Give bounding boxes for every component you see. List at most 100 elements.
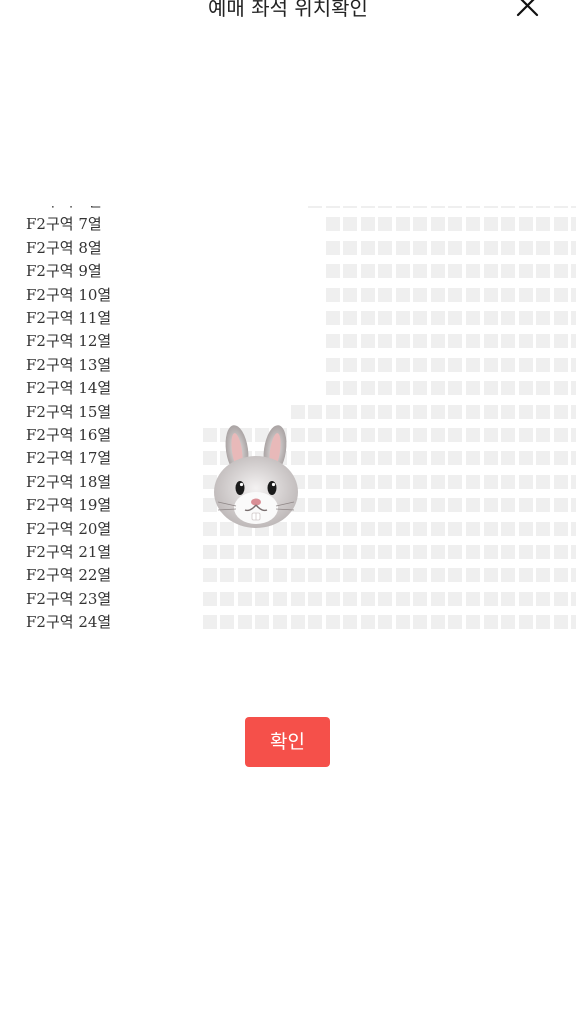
seat[interactable] xyxy=(553,474,568,489)
seat[interactable] xyxy=(395,474,410,489)
seat[interactable] xyxy=(290,591,305,606)
seat[interactable] xyxy=(395,206,410,208)
seat[interactable] xyxy=(518,521,533,536)
seat[interactable] xyxy=(430,498,445,513)
seat[interactable] xyxy=(553,568,568,583)
seat[interactable] xyxy=(571,428,576,442)
seat[interactable] xyxy=(220,545,235,559)
seat[interactable] xyxy=(237,615,252,630)
seat[interactable] xyxy=(483,311,498,325)
seat[interactable] xyxy=(448,311,463,325)
seat[interactable] xyxy=(413,545,428,559)
seat[interactable] xyxy=(413,206,428,208)
seat[interactable] xyxy=(360,451,375,466)
seat[interactable] xyxy=(466,264,480,279)
seat[interactable] xyxy=(272,615,287,630)
seat[interactable] xyxy=(395,264,410,279)
seat[interactable] xyxy=(378,568,393,583)
seat[interactable] xyxy=(343,428,358,442)
seat[interactable] xyxy=(571,498,576,513)
seat[interactable] xyxy=(466,287,480,302)
seat[interactable] xyxy=(430,591,445,606)
seat[interactable] xyxy=(536,568,551,583)
seat[interactable] xyxy=(536,334,551,349)
seat[interactable] xyxy=(518,568,533,583)
seat[interactable] xyxy=(518,404,533,419)
seat[interactable] xyxy=(378,287,393,302)
seat[interactable] xyxy=(343,311,358,325)
seat[interactable] xyxy=(536,474,551,489)
seat[interactable] xyxy=(325,264,340,279)
seat[interactable] xyxy=(360,287,375,302)
seat[interactable] xyxy=(466,591,480,606)
seat[interactable] xyxy=(448,240,463,255)
seat[interactable] xyxy=(395,287,410,302)
seat[interactable] xyxy=(518,357,533,372)
seat[interactable] xyxy=(518,474,533,489)
seat[interactable] xyxy=(536,428,551,442)
seat[interactable] xyxy=(518,498,533,513)
seat[interactable] xyxy=(343,498,358,513)
seat[interactable] xyxy=(255,545,270,559)
seat[interactable] xyxy=(360,357,375,372)
seat[interactable] xyxy=(395,615,410,630)
seat[interactable] xyxy=(360,545,375,559)
seat[interactable] xyxy=(448,428,463,442)
seat[interactable] xyxy=(413,287,428,302)
seat[interactable] xyxy=(360,334,375,349)
seat[interactable] xyxy=(466,568,480,583)
seat[interactable] xyxy=(536,381,551,396)
seat[interactable] xyxy=(571,240,576,255)
seat[interactable] xyxy=(501,451,516,466)
seat[interactable] xyxy=(553,451,568,466)
seat[interactable] xyxy=(413,334,428,349)
seat[interactable] xyxy=(536,240,551,255)
seat[interactable] xyxy=(430,264,445,279)
seat[interactable] xyxy=(202,591,217,606)
seat[interactable] xyxy=(571,545,576,559)
seat[interactable] xyxy=(483,474,498,489)
seat[interactable] xyxy=(360,591,375,606)
seat[interactable] xyxy=(536,451,551,466)
seat[interactable] xyxy=(483,217,498,232)
seat[interactable] xyxy=(466,451,480,466)
seat[interactable] xyxy=(308,615,323,630)
seat[interactable] xyxy=(501,357,516,372)
seat[interactable] xyxy=(378,545,393,559)
seat[interactable] xyxy=(536,615,551,630)
seat[interactable] xyxy=(430,381,445,396)
seat[interactable] xyxy=(501,404,516,419)
seat[interactable] xyxy=(518,206,533,208)
seat[interactable] xyxy=(378,217,393,232)
seat[interactable] xyxy=(430,451,445,466)
seat[interactable] xyxy=(448,404,463,419)
seat[interactable] xyxy=(518,451,533,466)
seat[interactable] xyxy=(378,428,393,442)
seat[interactable] xyxy=(325,240,340,255)
seat[interactable] xyxy=(518,545,533,559)
seat[interactable] xyxy=(430,217,445,232)
seat[interactable] xyxy=(395,545,410,559)
seat[interactable] xyxy=(378,334,393,349)
seat[interactable] xyxy=(536,264,551,279)
seat[interactable] xyxy=(237,568,252,583)
seat[interactable] xyxy=(430,615,445,630)
seat[interactable] xyxy=(553,498,568,513)
seat[interactable] xyxy=(448,287,463,302)
seat[interactable] xyxy=(430,545,445,559)
seat[interactable] xyxy=(483,264,498,279)
seat[interactable] xyxy=(571,474,576,489)
seat[interactable] xyxy=(378,591,393,606)
seat[interactable] xyxy=(255,591,270,606)
seat[interactable] xyxy=(448,615,463,630)
seat[interactable] xyxy=(360,428,375,442)
seat[interactable] xyxy=(466,240,480,255)
seat[interactable] xyxy=(325,568,340,583)
seat[interactable] xyxy=(413,568,428,583)
seat[interactable] xyxy=(308,474,323,489)
seat[interactable] xyxy=(430,474,445,489)
seat[interactable] xyxy=(483,334,498,349)
seat[interactable] xyxy=(413,240,428,255)
seat[interactable] xyxy=(571,521,576,536)
seat[interactable] xyxy=(501,428,516,442)
